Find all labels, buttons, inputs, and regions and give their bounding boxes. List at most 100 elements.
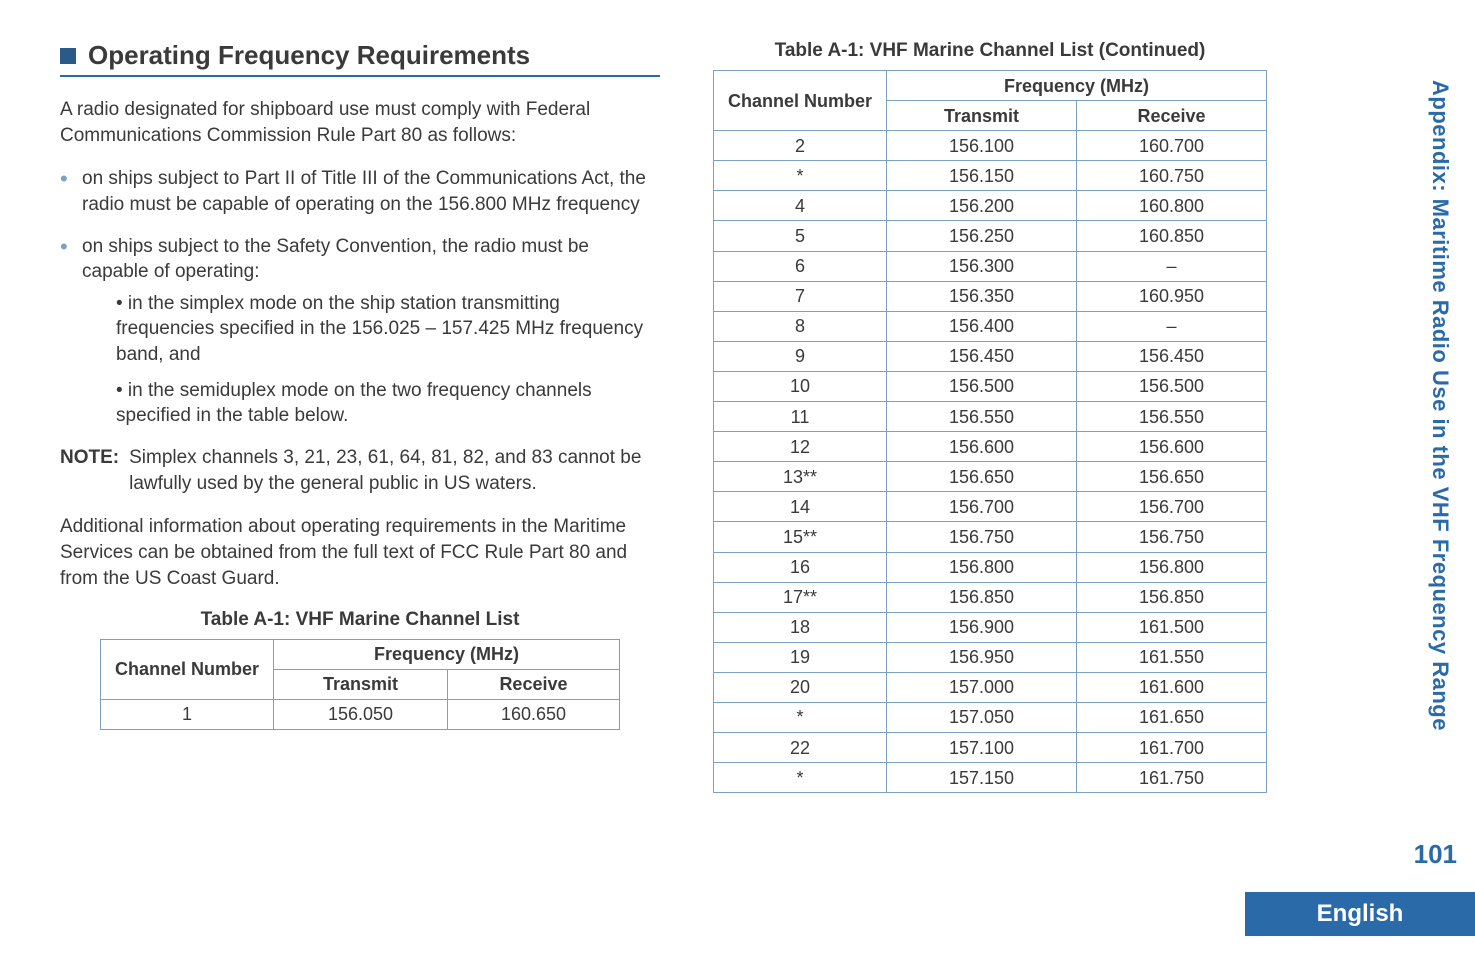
intro-paragraph: A radio designated for shipboard use mus… xyxy=(60,97,660,148)
table-cell: 156.550 xyxy=(1077,402,1267,432)
table-cell: 156.700 xyxy=(887,492,1077,522)
table-cell: 160.650 xyxy=(447,700,619,730)
heading-underline xyxy=(60,75,660,77)
table-cell: 12 xyxy=(713,432,886,462)
table-row: 11156.550156.550 xyxy=(713,402,1266,432)
sub-item: • in the simplex mode on the ship statio… xyxy=(116,291,660,368)
th-frequency: Frequency (MHz) xyxy=(887,71,1267,101)
table-cell: 17** xyxy=(713,582,886,612)
right-column: Table A-1: VHF Marine Channel List (Cont… xyxy=(710,40,1270,793)
table-cell: 160.950 xyxy=(1077,281,1267,311)
table-cell: 156.850 xyxy=(1077,582,1267,612)
th-receive: Receive xyxy=(447,670,619,700)
table-row: 2156.100160.700 xyxy=(713,131,1266,161)
table-cell: 156.800 xyxy=(887,552,1077,582)
table-cell: 157.000 xyxy=(887,672,1077,702)
table-cell: 156.450 xyxy=(887,341,1077,371)
table-cell: 18 xyxy=(713,612,886,642)
table-cell: 156.400 xyxy=(887,311,1077,341)
bullet-text: on ships subject to Part II of Title III… xyxy=(82,168,646,215)
table-row: 19156.950161.550 xyxy=(713,642,1266,672)
table-cell: – xyxy=(1077,251,1267,281)
table-cell: 156.650 xyxy=(887,462,1077,492)
table-row: 17**156.850156.850 xyxy=(713,582,1266,612)
table-cell: 157.050 xyxy=(887,702,1077,732)
appendix-side-label: Appendix: Maritime Radio Use in the VHF … xyxy=(1427,80,1453,731)
table-cell: 14 xyxy=(713,492,886,522)
table-caption-right: Table A-1: VHF Marine Channel List (Cont… xyxy=(710,40,1270,62)
table-row: 1156.050160.650 xyxy=(101,700,620,730)
square-bullet-icon xyxy=(60,48,76,64)
table-cell: * xyxy=(713,763,886,793)
table-cell: 161.550 xyxy=(1077,642,1267,672)
table-row: 13**156.650156.650 xyxy=(713,462,1266,492)
language-tab: English xyxy=(1245,892,1475,936)
table-cell: 156.700 xyxy=(1077,492,1267,522)
bullet-text: on ships subject to the Safety Conventio… xyxy=(82,236,589,283)
table-cell: 161.600 xyxy=(1077,672,1267,702)
table-cell: 156.850 xyxy=(887,582,1077,612)
table-cell: 156.300 xyxy=(887,251,1077,281)
table-cell: 13** xyxy=(713,462,886,492)
table-cell: 8 xyxy=(713,311,886,341)
channel-table-left: Channel Number Frequency (MHz) Transmit … xyxy=(100,639,620,730)
section-heading: Operating Frequency Requirements xyxy=(60,40,660,71)
table-cell: 156.550 xyxy=(887,402,1077,432)
note-label: NOTE: xyxy=(60,445,119,496)
sub-list: • in the simplex mode on the ship statio… xyxy=(82,291,660,429)
channel-table-right: Channel Number Frequency (MHz) Transmit … xyxy=(713,70,1267,793)
table-row: *157.050161.650 xyxy=(713,702,1266,732)
table-cell: 5 xyxy=(713,221,886,251)
table-cell: 157.100 xyxy=(887,733,1077,763)
table-cell: 15** xyxy=(713,522,886,552)
table-cell: 22 xyxy=(713,733,886,763)
table-cell: 156.800 xyxy=(1077,552,1267,582)
table-row: 5156.250160.850 xyxy=(713,221,1266,251)
table-row: 7156.350160.950 xyxy=(713,281,1266,311)
table-cell: 160.800 xyxy=(1077,191,1267,221)
table-row: 18156.900161.500 xyxy=(713,612,1266,642)
table-cell: * xyxy=(713,702,886,732)
th-channel: Channel Number xyxy=(713,71,886,131)
table-cell: 156.750 xyxy=(1077,522,1267,552)
table-cell: 156.750 xyxy=(887,522,1077,552)
table-row: 10156.500156.500 xyxy=(713,371,1266,401)
table-cell: 156.200 xyxy=(887,191,1077,221)
sub-item: • in the semiduplex mode on the two freq… xyxy=(116,378,660,429)
table-cell: 156.900 xyxy=(887,612,1077,642)
table-cell: 4 xyxy=(713,191,886,221)
table-cell: 156.500 xyxy=(1077,371,1267,401)
table-cell: 20 xyxy=(713,672,886,702)
table-row: 15**156.750156.750 xyxy=(713,522,1266,552)
bullet-list: on ships subject to Part II of Title III… xyxy=(60,166,660,429)
table-cell: 156.250 xyxy=(887,221,1077,251)
table-cell: 7 xyxy=(713,281,886,311)
table-cell: 156.150 xyxy=(887,161,1077,191)
table-cell: – xyxy=(1077,311,1267,341)
bullet-item: on ships subject to the Safety Conventio… xyxy=(60,234,660,429)
table-cell: 16 xyxy=(713,552,886,582)
table-cell: 1 xyxy=(101,700,274,730)
table-cell: 156.050 xyxy=(274,700,448,730)
table-cell: 11 xyxy=(713,402,886,432)
table-cell: * xyxy=(713,161,886,191)
th-receive: Receive xyxy=(1077,101,1267,131)
table-cell: 161.750 xyxy=(1077,763,1267,793)
table-row: 20157.000161.600 xyxy=(713,672,1266,702)
table-row: 9156.450156.450 xyxy=(713,341,1266,371)
table-row: 4156.200160.800 xyxy=(713,191,1266,221)
note-text: Simplex channels 3, 21, 23, 61, 64, 81, … xyxy=(129,445,660,496)
left-column: Operating Frequency Requirements A radio… xyxy=(60,40,660,793)
table-cell: 156.950 xyxy=(887,642,1077,672)
table-caption-left: Table A-1: VHF Marine Channel List xyxy=(60,609,660,631)
table-row: 8156.400– xyxy=(713,311,1266,341)
th-transmit: Transmit xyxy=(274,670,448,700)
table-cell: 156.650 xyxy=(1077,462,1267,492)
note-block: NOTE: Simplex channels 3, 21, 23, 61, 64… xyxy=(60,445,660,496)
table-cell: 156.100 xyxy=(887,131,1077,161)
table-cell: 156.600 xyxy=(887,432,1077,462)
table-cell: 161.700 xyxy=(1077,733,1267,763)
table-cell: 156.600 xyxy=(1077,432,1267,462)
table-cell: 161.650 xyxy=(1077,702,1267,732)
table-row: *157.150161.750 xyxy=(713,763,1266,793)
